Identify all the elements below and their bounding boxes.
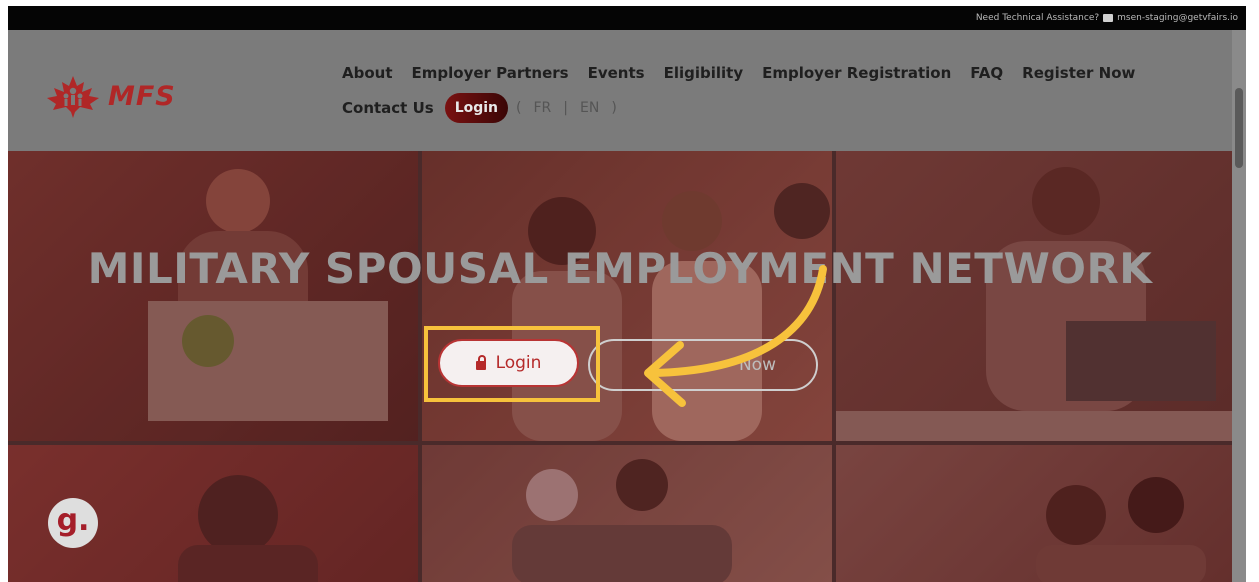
lang-fr[interactable]: FR xyxy=(533,100,551,116)
hero-photo-6 xyxy=(836,445,1232,582)
login-highlight-box xyxy=(424,326,600,402)
nav-about[interactable]: About xyxy=(342,64,393,82)
page-scrollbar[interactable] xyxy=(1232,30,1246,582)
main-nav: About Employer Partners Events Eligibili… xyxy=(342,60,1162,130)
g-chat-badge[interactable]: g. xyxy=(48,498,98,548)
support-email-link[interactable]: msen-staging@getvfairs.io xyxy=(1117,13,1238,23)
nav-employer-registration[interactable]: Employer Registration xyxy=(762,64,951,82)
hero-photo-1 xyxy=(8,151,418,441)
nav-contact-us[interactable]: Contact Us xyxy=(342,99,434,117)
nav-row-2: Contact Us Login ( FR | EN ) xyxy=(342,93,1162,123)
logo-text: MFS xyxy=(108,80,176,112)
lang-separator: | xyxy=(563,100,568,116)
mail-icon xyxy=(1103,14,1114,22)
nav-faq[interactable]: FAQ xyxy=(970,64,1003,82)
lang-en[interactable]: EN xyxy=(580,100,599,116)
lang-paren-close: ) xyxy=(611,100,617,116)
nav-eligibility[interactable]: Eligibility xyxy=(664,64,744,82)
nav-register-now[interactable]: Register Now xyxy=(1022,64,1135,82)
maple-leaf-family-icon xyxy=(47,76,99,118)
hero-section: MILITARY SPOUSAL EMPLOYMENT NETWORK Now … xyxy=(8,151,1232,582)
nav-login-button[interactable]: Login xyxy=(444,93,509,123)
hero-photo-5 xyxy=(422,445,832,582)
browser-page: Need Technical Assistance? msen-staging@… xyxy=(8,6,1246,582)
pointer-arrow-icon xyxy=(644,265,827,407)
top-bar: Need Technical Assistance? msen-staging@… xyxy=(8,6,1246,30)
site-logo[interactable]: MFS xyxy=(44,74,176,118)
lang-paren-open: ( xyxy=(516,100,522,116)
nav-row-1: About Employer Partners Events Eligibili… xyxy=(342,60,1162,86)
scrollbar-thumb[interactable] xyxy=(1235,88,1243,168)
site-header: MFS About Employer Partners Events Eligi… xyxy=(8,30,1246,151)
badge-letter: g. xyxy=(56,502,90,538)
nav-employer-partners[interactable]: Employer Partners xyxy=(412,64,569,82)
nav-events[interactable]: Events xyxy=(588,64,645,82)
hero-photo-3 xyxy=(836,151,1232,441)
assist-text: Need Technical Assistance? xyxy=(975,13,1100,23)
